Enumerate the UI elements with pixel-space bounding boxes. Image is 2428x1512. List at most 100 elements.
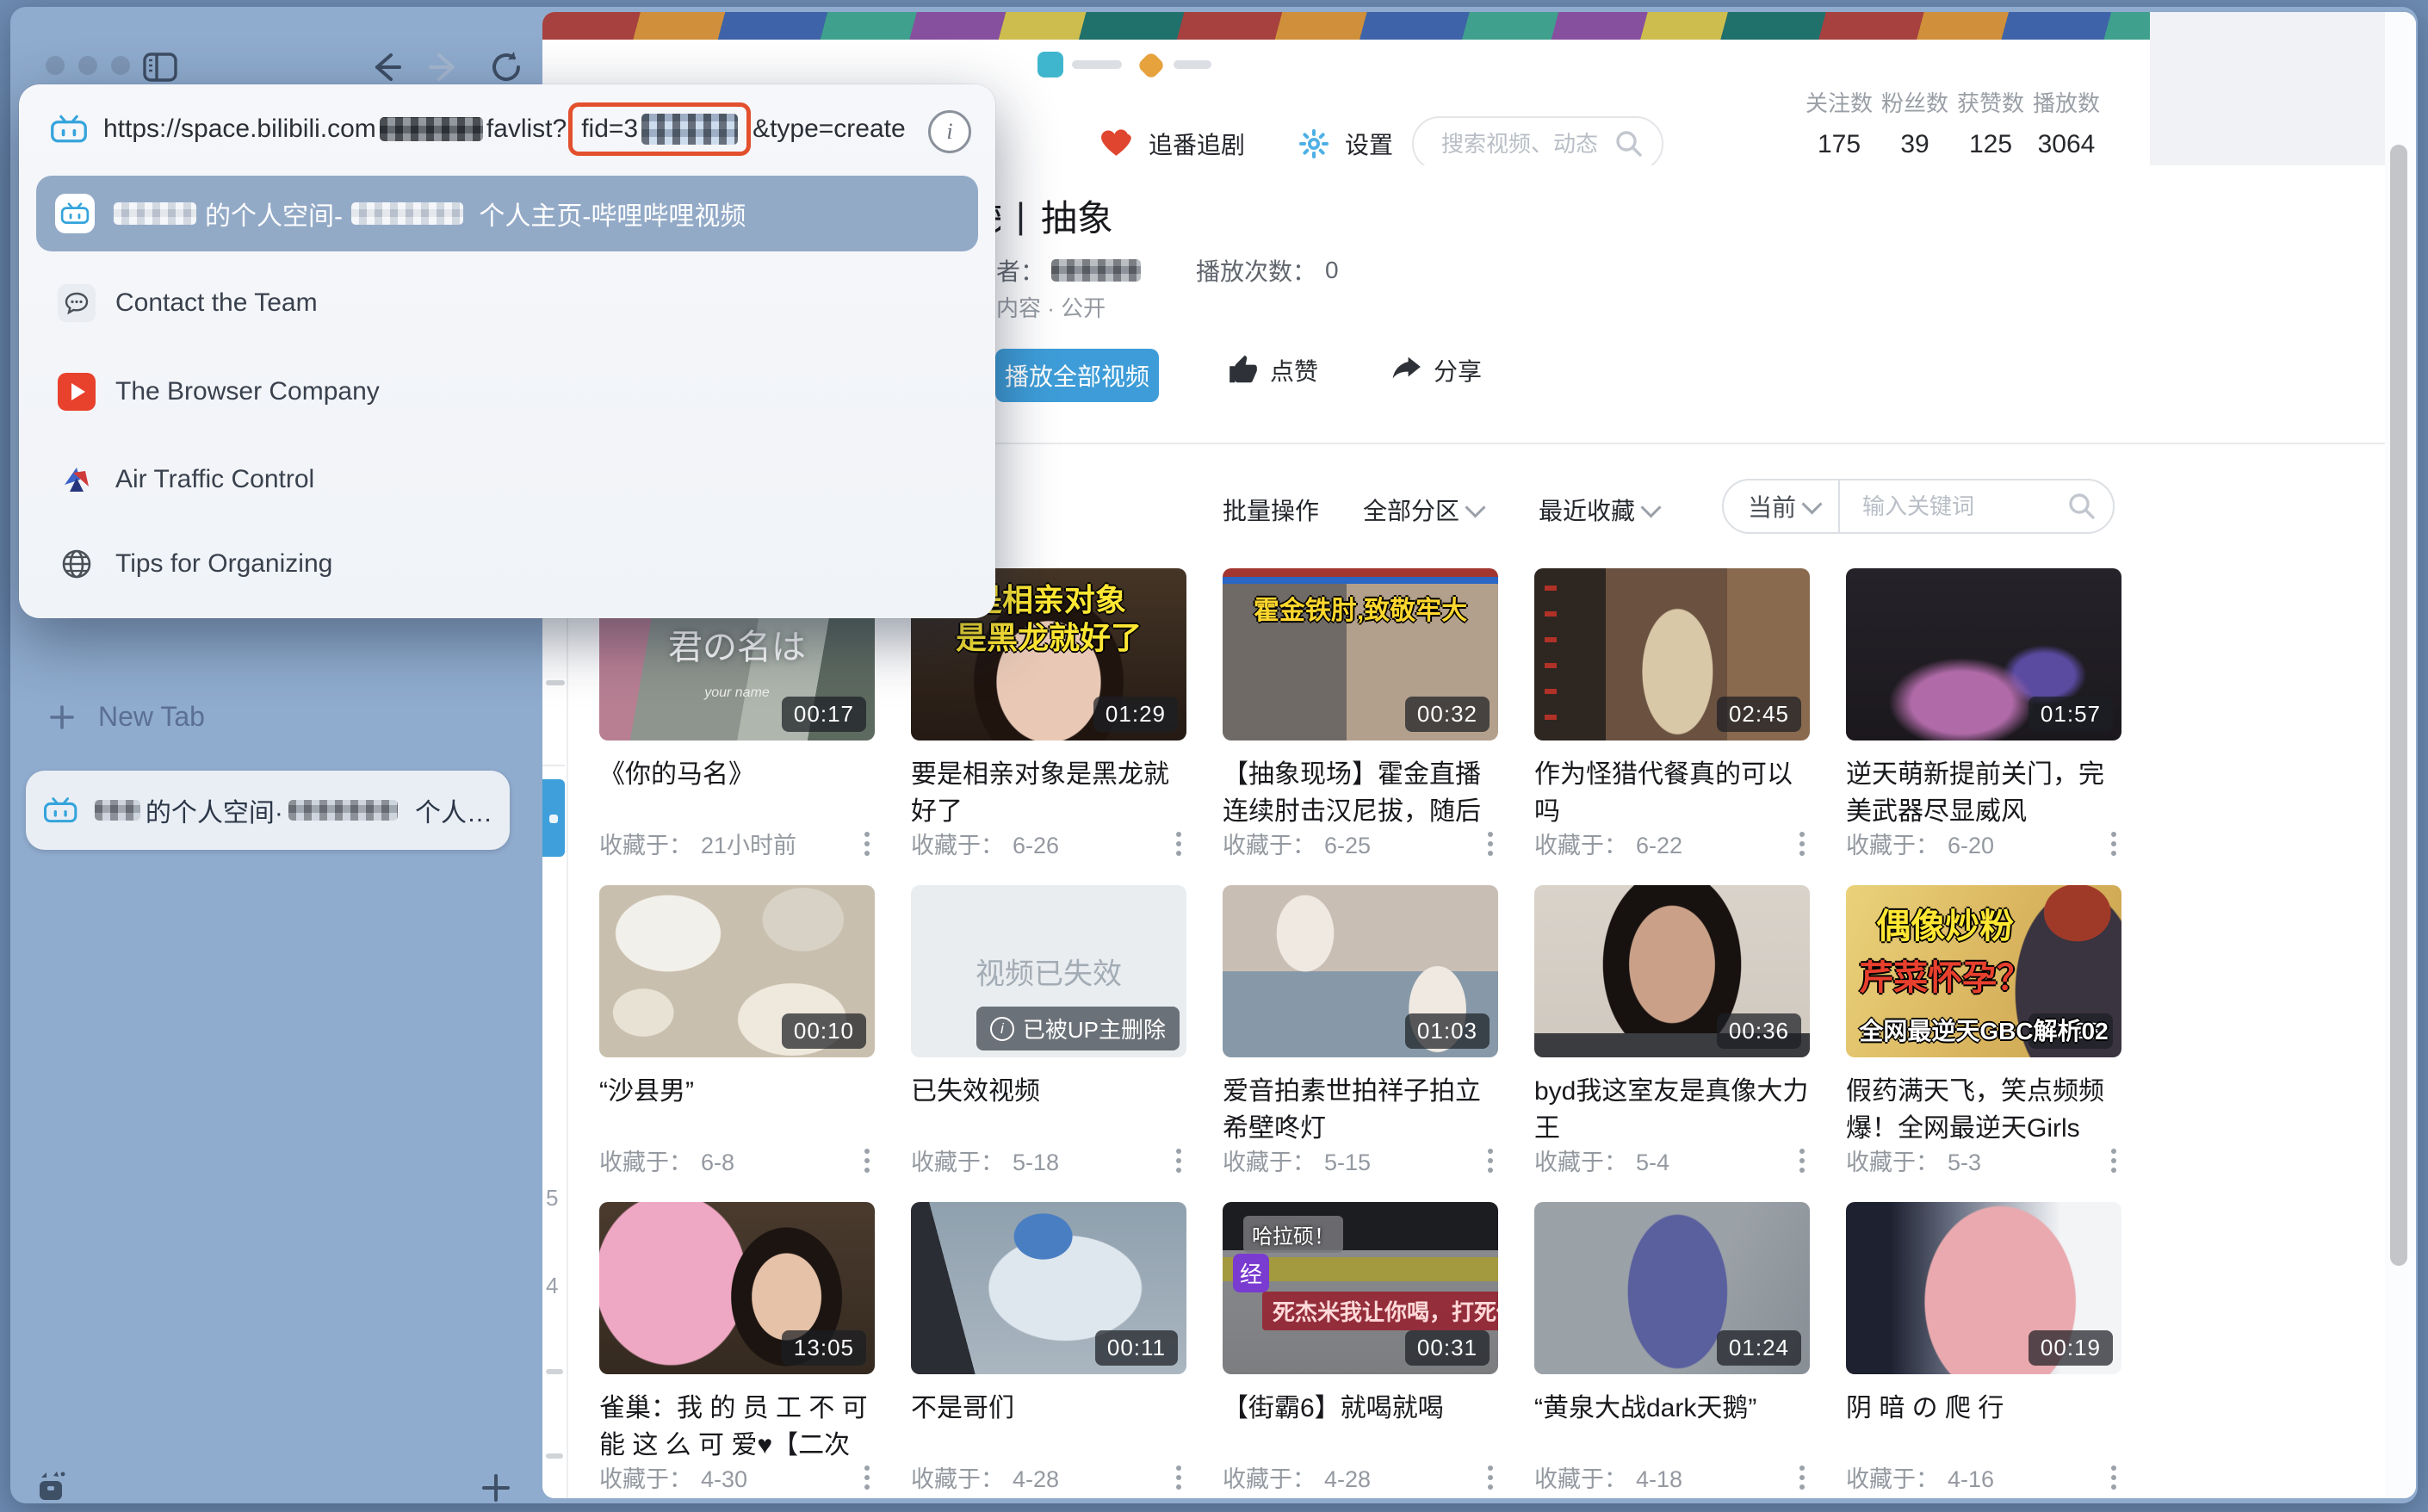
nav-fragment-icon: [1037, 52, 1063, 77]
video-title[interactable]: 【街霸6】就喝就喝: [1223, 1390, 1498, 1427]
video-thumbnail[interactable]: 01:03: [1223, 885, 1498, 1057]
video-meta-row: 收藏于：4-30: [599, 1460, 875, 1494]
more-options-icon[interactable]: [1794, 828, 1810, 859]
duration-badge: 01:24: [1717, 1330, 1801, 1366]
video-card[interactable]: 00:32 霍金铁肘,致敬牢大 【抽象现场】霍金直播连续肘击汉尼拔，随后直播间被…: [1223, 568, 1498, 885]
chevron-down-icon: [1465, 497, 1485, 517]
suggestion-tips-organizing[interactable]: Tips for Organizing: [36, 531, 978, 597]
more-options-icon[interactable]: [859, 1145, 875, 1176]
video-title[interactable]: “黄泉大战dark天鹅”: [1534, 1390, 1810, 1427]
video-card[interactable]: 00:19 阴 暗 の 爬 行 收藏于：4-16: [1846, 1202, 2121, 1498]
video-title[interactable]: 《你的马名》: [599, 756, 875, 793]
like-button[interactable]: 点赞: [1227, 353, 1318, 387]
window-minimize-button[interactable]: [78, 56, 97, 75]
video-card[interactable]: 01:57 逆天萌新提前关门，完美武器尽显威风 收藏于：6-20: [1846, 568, 2121, 885]
tab-settings[interactable]: 设置: [1345, 127, 1393, 161]
video-thumbnail[interactable]: 00:19: [1846, 1202, 2121, 1374]
suggestion-air-traffic-control[interactable]: Air Traffic Control: [36, 447, 978, 512]
more-options-icon[interactable]: [1794, 1462, 1810, 1493]
video-title[interactable]: byd我这室友是真像大力王: [1534, 1073, 1810, 1147]
video-thumbnail[interactable]: 01:57: [1846, 568, 2121, 741]
video-card[interactable]: 01:24 “黄泉大战dark天鹅” 收藏于：4-18: [1534, 1202, 1810, 1498]
more-options-icon[interactable]: [2106, 1145, 2121, 1176]
more-options-icon[interactable]: [859, 1462, 875, 1493]
more-options-icon[interactable]: [859, 828, 875, 859]
video-thumbnail[interactable]: 00:32 霍金铁肘,致敬牢大: [1223, 568, 1498, 741]
video-title[interactable]: 爱音拍素世拍祥子拍立希壁咚灯: [1223, 1073, 1498, 1147]
forward-icon[interactable]: [425, 48, 463, 86]
scrollbar-thumb[interactable]: [2390, 145, 2407, 1266]
video-thumbnail[interactable]: 00:11: [911, 1202, 1186, 1374]
video-title[interactable]: “沙县男”: [599, 1073, 875, 1110]
video-title[interactable]: 作为怪猎代餐真的可以吗: [1534, 756, 1810, 830]
keyword-input[interactable]: [1840, 493, 2066, 521]
bilibili-tv-icon: [43, 796, 77, 824]
video-title[interactable]: 雀巢：我 的 员 工 不 可 能 这 么 可 爱♥【二次元爆改: [599, 1390, 875, 1466]
video-title[interactable]: 阴 暗 の 爬 行: [1846, 1390, 2121, 1427]
library-archive-icon[interactable]: [36, 1469, 67, 1503]
more-options-icon[interactable]: [2106, 1462, 2121, 1493]
video-thumbnail[interactable]: 01:24: [1534, 1202, 1810, 1374]
tab-follow-bangumi[interactable]: 追番追剧: [1149, 127, 1245, 161]
share-button[interactable]: 分享: [1391, 353, 1482, 387]
chevron-down-icon: [1640, 497, 1661, 517]
video-title[interactable]: 要是相亲对象是黑龙就好了: [911, 756, 1186, 830]
sort-dropdown[interactable]: 最近收藏: [1539, 493, 1658, 527]
sidebar-toggle-icon[interactable]: [141, 48, 179, 86]
video-title[interactable]: 【抽象现场】霍金直播连续肘击汉尼拔，随后直播间被封: [1223, 756, 1498, 832]
suggestion-current-tab[interactable]: 的个人空间- 个人主页-哔哩哔哩视频: [36, 176, 978, 251]
new-tab-button[interactable]: New Tab: [48, 701, 205, 733]
space-search-box[interactable]: [1412, 116, 1663, 171]
video-thumbnail[interactable]: 13:05: [599, 1202, 875, 1374]
video-card[interactable]: 00:36 byd我这室友是真像大力王 收藏于：5-4: [1534, 885, 1810, 1202]
video-title[interactable]: 假药满天飞，笑点频频爆！全网最逆天Girls Band Cry解析: [1846, 1073, 2121, 1149]
batch-operate-button[interactable]: 批量操作: [1223, 493, 1319, 527]
video-card[interactable]: 00:10 “沙县男” 收藏于：6-8: [599, 885, 875, 1202]
video-title[interactable]: 不是哥们: [911, 1390, 1186, 1427]
play-all-button[interactable]: 播放全部视频: [995, 349, 1159, 402]
window-zoom-button[interactable]: [111, 56, 130, 75]
video-thumbnail[interactable]: 00:36: [1534, 885, 1810, 1057]
new-item-plus-icon[interactable]: [480, 1472, 511, 1503]
thumb-overlay-text: 君の名は: [668, 619, 806, 669]
more-options-icon[interactable]: [1171, 1462, 1186, 1493]
video-card[interactable]: 00:31 哈拉硕！死杰米我让你喝，打死你经 【街霸6】就喝就喝 收藏于：4-2…: [1223, 1202, 1498, 1498]
video-title[interactable]: 逆天萌新提前关门，完美武器尽显威风: [1846, 756, 2121, 830]
video-card[interactable]: 02:45 作为怪猎代餐真的可以吗 收藏于：6-22: [1534, 568, 1810, 885]
info-icon[interactable]: i: [928, 110, 971, 153]
video-card[interactable]: 07:28 偶像炒粉芹菜怀孕？全网最逆天GBC解析02 假药满天飞，笑点频频爆！…: [1846, 885, 2121, 1202]
favorited-date: 收藏于：4-18: [1534, 1460, 1682, 1494]
more-options-icon[interactable]: [2106, 828, 2121, 859]
suggestion-browser-company[interactable]: The Browser Company: [36, 359, 978, 424]
video-thumbnail[interactable]: 00:31 哈拉硕！死杰米我让你喝，打死你经: [1223, 1202, 1498, 1374]
more-options-icon[interactable]: [1171, 1145, 1186, 1176]
back-icon[interactable]: [367, 48, 405, 86]
video-card[interactable]: i已被UP主删除 视频已失效 已失效视频 收藏于：5-18: [911, 885, 1186, 1202]
window-close-button[interactable]: [46, 56, 65, 75]
stat-plays: 播放数3064: [2028, 86, 2104, 159]
video-thumbnail[interactable]: 00:10: [599, 885, 875, 1057]
more-options-icon[interactable]: [1483, 828, 1498, 859]
scope-dropdown[interactable]: 当前: [1724, 489, 1838, 524]
favorited-date: 收藏于：6-25: [1223, 827, 1371, 860]
video-thumbnail[interactable]: 07:28 偶像炒粉芹菜怀孕？全网最逆天GBC解析02: [1846, 885, 2121, 1057]
video-thumbnail[interactable]: i已被UP主删除 视频已失效: [911, 885, 1186, 1057]
favorited-date: 收藏于：5-15: [1223, 1143, 1371, 1177]
reload-icon[interactable]: [487, 48, 525, 86]
more-options-icon[interactable]: [1794, 1145, 1810, 1176]
thumb-overlay-text: 芹菜怀孕？: [1859, 950, 2031, 1000]
video-card[interactable]: 13:05 雀巢：我 的 员 工 不 可 能 这 么 可 爱♥【二次元爆改 收藏…: [599, 1202, 875, 1498]
deleted-badge: i已被UP主删除: [976, 1007, 1180, 1050]
more-options-icon[interactable]: [1483, 1462, 1498, 1493]
video-thumbnail[interactable]: 02:45: [1534, 568, 1810, 741]
more-options-icon[interactable]: [1171, 828, 1186, 859]
video-card[interactable]: 00:11 不是哥们 收藏于：4-28: [911, 1202, 1186, 1498]
video-title[interactable]: 已失效视频: [911, 1073, 1186, 1110]
more-options-icon[interactable]: [1483, 1145, 1498, 1176]
suggestion-contact-team[interactable]: Contact the Team: [36, 270, 978, 336]
space-search-input[interactable]: [1440, 130, 1605, 158]
sidebar-active-tab[interactable]: 的个人空间· 个人…: [26, 771, 510, 850]
category-dropdown[interactable]: 全部分区: [1363, 493, 1483, 527]
url-bar[interactable]: https://space.bilibili.comfavlist?fid=3&…: [50, 102, 918, 157]
video-card[interactable]: 01:03 爱音拍素世拍祥子拍立希壁咚灯 收藏于：5-15: [1223, 885, 1498, 1202]
